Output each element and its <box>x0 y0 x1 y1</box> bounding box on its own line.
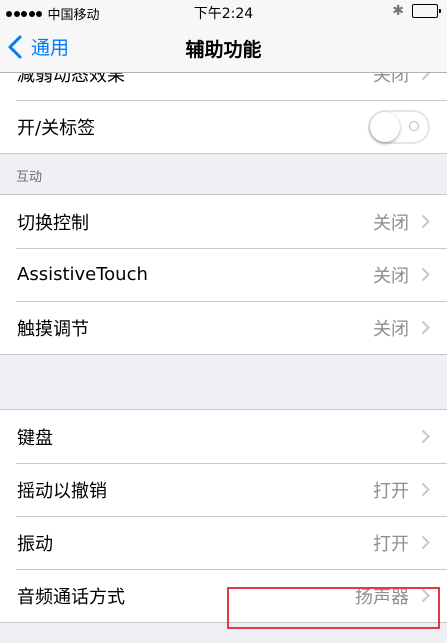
list-item-reduce-motion[interactable]: 减弱动态效果 关闭 <box>0 73 447 100</box>
chevron-right-icon <box>421 267 430 282</box>
row-value: 打开 <box>373 480 409 502</box>
list-item-touch-accommodations[interactable]: 触摸调节 关闭 <box>0 301 447 354</box>
on-off-labels-toggle[interactable] <box>368 109 430 144</box>
row-label: 开/关标签 <box>17 117 96 139</box>
status-bar: 中国移动 下午2:24 ✱ <box>0 0 447 24</box>
battery-icon <box>412 4 441 18</box>
page-title: 辅助功能 <box>185 39 262 61</box>
section-header-label: 互动 <box>16 170 43 185</box>
settings-list[interactable]: 减弱动态效果 关闭 开/关标签 互动 切换控制 关闭 AssistiveTouc… <box>0 73 447 643</box>
row-value: 关闭 <box>373 265 409 287</box>
list-item-on-off-labels: 开/关标签 <box>0 100 447 153</box>
row-label: 摇动以撤销 <box>17 480 107 502</box>
bluetooth-icon: ✱ <box>392 3 404 19</box>
navigation-bar: 通用 辅助功能 <box>0 24 447 73</box>
toggle-knob <box>370 111 400 142</box>
list-item-assistivetouch[interactable]: AssistiveTouch 关闭 <box>0 248 447 301</box>
chevron-right-icon <box>421 214 430 229</box>
row-label: 切换控制 <box>17 212 89 234</box>
row-value: 关闭 <box>373 73 409 86</box>
row-label: 振动 <box>17 533 53 555</box>
list-item-call-audio-routing[interactable]: 音频通话方式 扬声器 <box>0 569 447 622</box>
row-label: 音频通话方式 <box>17 586 125 608</box>
chevron-right-icon <box>421 429 430 444</box>
row-value: 关闭 <box>373 318 409 340</box>
row-label: AssistiveTouch <box>17 264 148 285</box>
chevron-right-icon <box>421 73 430 81</box>
status-time: 下午2:24 <box>193 6 254 22</box>
chevron-right-icon <box>421 482 430 497</box>
list-item-keyboard[interactable]: 键盘 <box>0 410 447 463</box>
row-label: 减弱动态效果 <box>17 73 125 86</box>
row-label: 触摸调节 <box>17 318 89 340</box>
row-value: 打开 <box>373 533 409 555</box>
section-header-interaction: 互动 <box>0 154 447 194</box>
off-circle-icon <box>409 120 419 131</box>
interaction-group: 切换控制 关闭 AssistiveTouch 关闭 触摸调节 关闭 <box>0 194 447 355</box>
list-item-shake-to-undo[interactable]: 摇动以撤销 打开 <box>0 463 447 516</box>
row-label: 键盘 <box>17 427 53 449</box>
display-group: 减弱动态效果 关闭 开/关标签 <box>0 73 447 154</box>
chevron-right-icon <box>421 320 430 335</box>
list-item-switch-control[interactable]: 切换控制 关闭 <box>0 195 447 248</box>
list-item-vibration[interactable]: 振动 打开 <box>0 516 447 569</box>
misc-group: 键盘 摇动以撤销 打开 振动 打开 音频通话方式 扬声器 <box>0 409 447 623</box>
chevron-right-icon <box>421 588 430 603</box>
row-value: 关闭 <box>373 212 409 234</box>
row-value: 扬声器 <box>355 586 409 608</box>
chevron-right-icon <box>421 535 430 550</box>
